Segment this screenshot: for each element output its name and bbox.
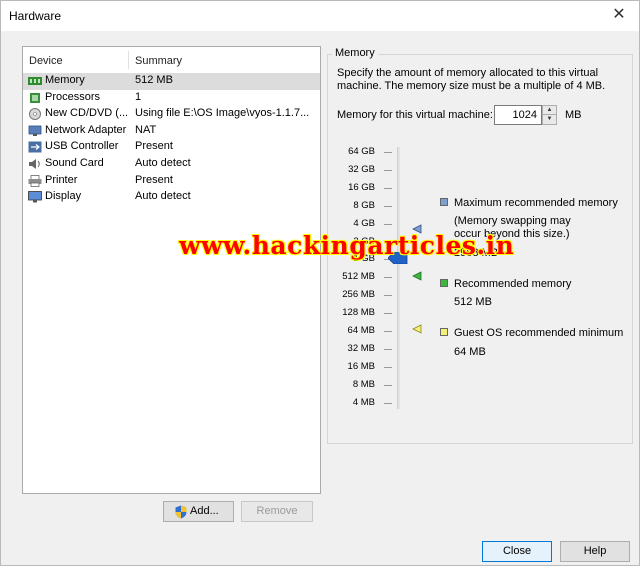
device-summary: Present: [135, 140, 173, 153]
memory-scale-tick: [384, 366, 392, 368]
memory-description-line: Specify the amount of memory allocated t…: [337, 67, 599, 79]
device-summary: Auto detect: [135, 156, 191, 169]
memory-scale-label: 16 GB: [348, 181, 375, 193]
recommended-swatch: [440, 279, 448, 287]
max-recommended-swatch: [440, 198, 448, 206]
memory-scale-tick: [384, 402, 392, 404]
max-recommended-note: (Memory swapping may: [454, 215, 571, 227]
guest-minimum-title: Guest OS recommended minimum: [454, 327, 624, 339]
recommended-marker-icon: [412, 271, 422, 281]
device-row-display[interactable]: Display Auto detect: [23, 189, 320, 206]
max-recommended-title: Maximum recommended memory: [454, 197, 618, 209]
memory-scale-label: 256 MB: [342, 289, 375, 301]
memory-spinner[interactable]: ▲ ▼: [542, 105, 557, 125]
device-rows: Memory 512 MB Processors 1 New CD/DVD (.…: [23, 73, 320, 206]
display-icon: [28, 191, 42, 203]
memory-scale-label: 8 GB: [353, 199, 375, 211]
close-window-icon[interactable]: ✕: [611, 7, 627, 23]
memory-icon: [28, 77, 42, 85]
memory-description: Specify the amount of memory allocated t…: [337, 67, 629, 93]
add-button[interactable]: Add...: [163, 501, 234, 522]
watermark-text: www.hackingarticles.in: [179, 231, 515, 260]
memory-scale-label: 4 GB: [353, 217, 375, 229]
guest-minimum-marker-icon: [412, 324, 422, 334]
memory-field-label: Memory for this virtual machine:: [337, 109, 493, 121]
memory-scale-label: 128 MB: [342, 307, 375, 319]
shield-icon: [175, 505, 187, 519]
device-name: Display: [45, 190, 82, 203]
memory-scale-label: 64 MB: [347, 325, 375, 336]
memory-scale-tick: [384, 187, 392, 189]
guest-minimum-value: 64 MB: [454, 346, 486, 358]
printer-icon: [28, 174, 42, 187]
device-row-cd-dvd[interactable]: New CD/DVD (... Using file E:\OS Image\v…: [23, 106, 320, 123]
device-row-memory[interactable]: Memory 512 MB: [23, 73, 320, 90]
device-name: Memory: [45, 74, 85, 86]
cd-dvd-icon: [29, 108, 41, 121]
memory-scale-label: 16 MB: [347, 360, 375, 372]
hardware-dialog: Hardware ✕ Device Summary Memory 512 MB …: [0, 0, 640, 566]
column-divider: [128, 51, 129, 69]
guest-minimum-swatch: [440, 328, 448, 336]
device-summary: Present: [135, 173, 173, 186]
memory-scale-tick: [384, 152, 392, 153]
memory-scale-label: 32 GB: [348, 163, 375, 175]
memory-scale-label: 64 GB: [348, 146, 375, 157]
device-name: Processors: [45, 90, 101, 103]
device-row-processors[interactable]: Processors 1: [23, 90, 320, 107]
processor-icon: [30, 92, 40, 103]
memory-size-input[interactable]: 1024: [494, 105, 542, 125]
help-button[interactable]: Help: [560, 541, 630, 562]
memory-scale-label: 512 MB: [342, 271, 375, 283]
column-header-device[interactable]: Device: [29, 47, 129, 73]
add-button-label: Add...: [190, 505, 219, 517]
memory-scale-tick: [384, 384, 392, 386]
memory-scale-tick: [384, 169, 392, 171]
device-name: USB Controller: [45, 140, 119, 153]
memory-scale-label: 4 MB: [352, 396, 375, 408]
close-button[interactable]: Close: [482, 541, 552, 562]
device-summary: Using file E:\OS Image\vyos-1.1.7...: [135, 107, 310, 120]
column-header-summary[interactable]: Summary: [135, 47, 315, 73]
memory-scale-tick: [384, 331, 392, 332]
memory-scale-label: 32 MB: [347, 342, 375, 354]
device-row-network-adapter[interactable]: Network Adapter NAT: [23, 123, 320, 140]
device-name: New CD/DVD (...: [45, 107, 129, 120]
memory-scale-tick: [384, 348, 392, 350]
device-name: Sound Card: [45, 156, 104, 169]
memory-scale-tick: [384, 313, 392, 315]
device-summary: 1: [135, 90, 142, 103]
recommended-title: Recommended memory: [454, 278, 572, 290]
spin-down-icon[interactable]: ▼: [543, 115, 556, 124]
remove-button[interactable]: Remove: [241, 501, 313, 522]
device-name: Network Adapter: [45, 123, 127, 136]
network-adapter-icon: [28, 125, 42, 136]
device-summary: NAT: [135, 123, 157, 136]
device-row-sound-card[interactable]: Sound Card Auto detect: [23, 156, 320, 173]
device-summary: Auto detect: [135, 190, 191, 203]
device-summary: 512 MB: [135, 74, 173, 86]
memory-scale-tick: [384, 295, 392, 297]
memory-unit: MB: [565, 109, 582, 121]
device-row-usb-controller[interactable]: USB Controller Present: [23, 139, 320, 156]
title-bar: Hardware ✕: [1, 1, 639, 31]
device-row-printer[interactable]: Printer Present: [23, 173, 320, 190]
memory-scale-label: 8 MB: [352, 378, 375, 390]
memory-slider-track[interactable]: [397, 147, 400, 409]
memory-description-line: machine. The memory size must be a multi…: [337, 80, 606, 92]
sound-card-icon: [29, 158, 40, 169]
recommended-value: 512 MB: [454, 296, 492, 308]
device-name: Printer: [45, 173, 78, 186]
window-title: Hardware: [9, 9, 62, 23]
memory-scale-tick: [384, 277, 392, 279]
spin-up-icon[interactable]: ▲: [543, 106, 556, 115]
memory-scale-tick: [384, 223, 392, 225]
usb-icon: [28, 141, 42, 153]
memory-group-title: Memory: [332, 47, 378, 59]
device-list[interactable]: Device Summary Memory 512 MB Processors …: [22, 46, 321, 494]
memory-scale-tick: [384, 205, 392, 207]
